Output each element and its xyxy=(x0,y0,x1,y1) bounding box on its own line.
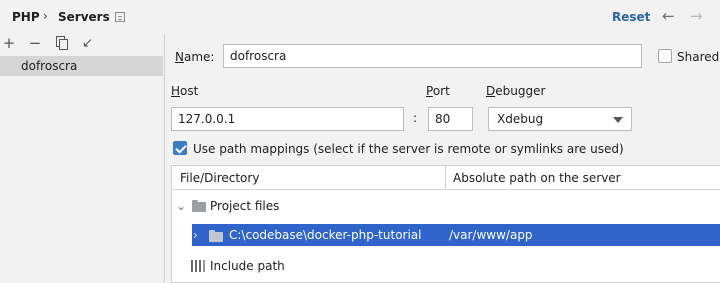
server-list-item[interactable]: dofroscra xyxy=(0,56,163,76)
arrow-left-icon[interactable]: ← xyxy=(662,7,675,25)
tree-row-label: Include path xyxy=(210,259,285,273)
host-port-colon: : xyxy=(413,111,418,125)
move-icon[interactable]: ↙ xyxy=(79,34,97,52)
column-header-server-path[interactable]: Absolute path on the server xyxy=(453,171,621,185)
folder-icon xyxy=(192,200,206,212)
library-icon xyxy=(191,260,205,272)
copy-icon[interactable] xyxy=(53,34,71,52)
settings-page-icon xyxy=(115,12,125,22)
host-input[interactable] xyxy=(171,107,404,131)
column-header-file[interactable]: File/Directory xyxy=(180,171,259,185)
name-input[interactable] xyxy=(223,44,642,68)
shared-label: Shared xyxy=(677,50,720,64)
shared-checkbox[interactable] xyxy=(658,49,672,63)
breadcrumb-php[interactable]: PHP xyxy=(12,10,40,24)
tree-row-include-path[interactable]: Include path xyxy=(172,255,720,277)
chevron-right-icon[interactable]: › xyxy=(193,224,198,246)
port-input[interactable] xyxy=(428,107,473,131)
arrow-right-icon[interactable]: → xyxy=(690,7,703,25)
debugger-label: Debugger xyxy=(486,84,546,98)
mapping-row[interactable]: › C:\codebase\docker-php-tutorial /var/w… xyxy=(192,224,720,246)
breadcrumb-separator: › xyxy=(43,9,48,23)
tree-row-project-files[interactable]: ⌄ Project files xyxy=(172,195,720,217)
server-list: dofroscra xyxy=(0,55,164,283)
splitter[interactable] xyxy=(164,34,165,283)
breadcrumb-servers: Servers xyxy=(58,10,110,24)
server-path-cell[interactable]: /var/www/app xyxy=(449,224,533,246)
folder-icon xyxy=(209,230,223,242)
add-icon[interactable]: + xyxy=(0,34,18,52)
debugger-select[interactable]: Xdebug xyxy=(488,107,632,131)
remove-icon[interactable]: − xyxy=(26,34,44,52)
move-icon-glyph: ↙ xyxy=(82,36,93,51)
name-label: Name: xyxy=(175,50,215,64)
port-label: Port xyxy=(426,84,450,98)
table-header: File/Directory Absolute path on the serv… xyxy=(172,166,720,190)
path-mappings-table: File/Directory Absolute path on the serv… xyxy=(171,165,720,283)
chevron-down-icon xyxy=(613,117,623,123)
chevron-down-icon[interactable]: ⌄ xyxy=(176,195,186,217)
server-toolbar: + − ↙ xyxy=(0,34,164,54)
debugger-select-value: Xdebug xyxy=(497,112,544,126)
column-separator[interactable] xyxy=(445,166,446,190)
tree-row-label: Project files xyxy=(210,199,280,213)
reset-button[interactable]: Reset xyxy=(612,10,650,24)
header: PHP › Servers Reset ← → xyxy=(0,0,720,34)
local-path-cell[interactable]: C:\codebase\docker-php-tutorial xyxy=(229,224,422,246)
use-path-mappings-label: Use path mappings (select if the server … xyxy=(193,142,624,156)
use-path-mappings-checkbox[interactable] xyxy=(173,141,187,155)
copy-icon-front xyxy=(59,39,68,50)
host-label: Host xyxy=(171,84,199,98)
